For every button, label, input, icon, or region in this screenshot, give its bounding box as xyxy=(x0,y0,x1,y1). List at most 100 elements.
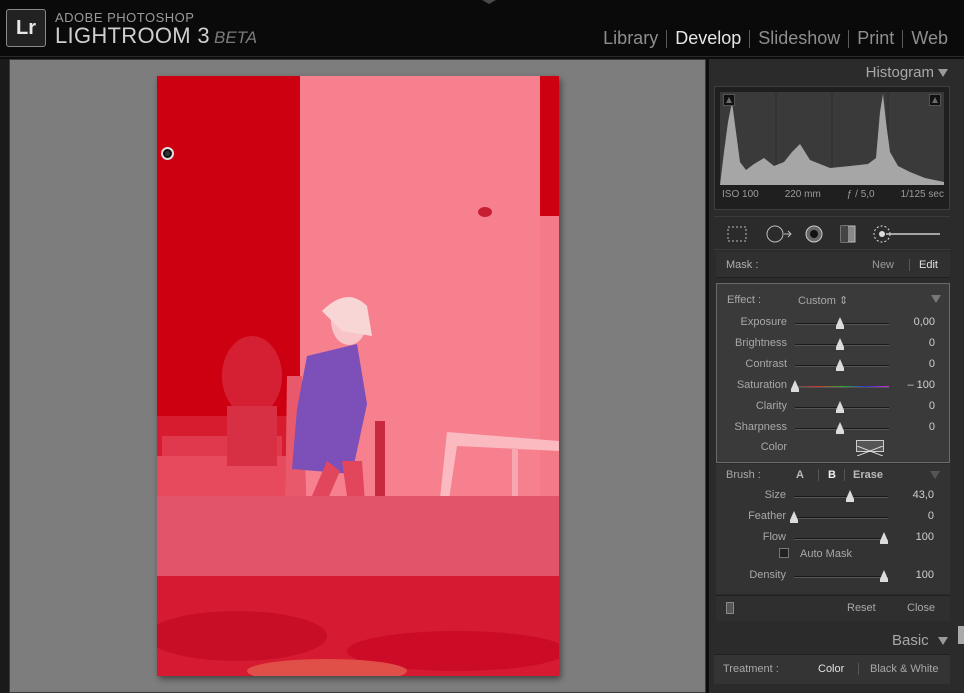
effect-preset-dropdown[interactable]: Custom ⇕ xyxy=(798,294,848,307)
saturation-label: Saturation xyxy=(736,379,787,391)
brush-a-button[interactable]: A xyxy=(796,469,804,481)
clarity-value[interactable]: 0 xyxy=(897,400,935,412)
brush-collapse-icon[interactable] xyxy=(930,471,940,479)
module-develop[interactable]: Develop xyxy=(667,28,749,49)
close-button[interactable]: Close xyxy=(907,602,935,614)
crop-tool-icon[interactable] xyxy=(726,225,748,243)
mask-edit-button[interactable]: Edit xyxy=(919,259,938,271)
spot-removal-tool-icon[interactable] xyxy=(764,225,794,243)
module-print[interactable]: Print xyxy=(849,28,902,49)
red-eye-tool-icon[interactable] xyxy=(803,225,825,243)
brush-label: Brush : xyxy=(726,469,761,481)
density-slider-thumb[interactable] xyxy=(880,570,888,582)
module-library[interactable]: Library xyxy=(595,28,666,49)
brightness-label: Brightness xyxy=(735,337,787,349)
saturation-slider[interactable] xyxy=(795,386,889,388)
shadow-clipping-icon[interactable] xyxy=(723,94,735,106)
contrast-value[interactable]: 0 xyxy=(897,358,935,370)
mask-divider xyxy=(909,259,910,271)
mask-label: Mask : xyxy=(726,259,759,271)
contrast-slider-thumb[interactable] xyxy=(836,359,844,371)
exposure-value[interactable]: 0,00 xyxy=(897,316,935,328)
saturation-slider-thumb[interactable] xyxy=(791,380,799,392)
contrast-label: Contrast xyxy=(745,358,787,370)
effect-section: Effect : Custom ⇕ Exposure 0,00 Brightness… xyxy=(716,283,950,463)
histogram-curve xyxy=(720,92,944,185)
brand-beta-label: BETA xyxy=(214,28,258,47)
density-value[interactable]: 100 xyxy=(896,569,934,581)
highlight-clipping-icon[interactable] xyxy=(929,94,941,106)
sharpness-slider-thumb[interactable] xyxy=(836,422,844,434)
exif-info: ISO 100 220 mm ƒ / 5,0 1/125 sec xyxy=(722,189,944,200)
exposure-label: Exposure xyxy=(740,316,787,328)
saturation-slider-row: Saturation – 100 xyxy=(717,379,951,399)
module-slideshow[interactable]: Slideshow xyxy=(750,28,848,49)
brush-flow-value[interactable]: 100 xyxy=(896,531,934,543)
adjustment-pin-icon[interactable] xyxy=(161,147,174,160)
histogram-title[interactable]: Histogram xyxy=(866,64,934,81)
treatment-row: Treatment : Color Black & White xyxy=(714,654,950,684)
basic-panel-title[interactable]: Basic xyxy=(892,632,929,649)
basic-collapse-icon[interactable] xyxy=(938,637,948,645)
brush-divider xyxy=(818,469,819,481)
treatment-bw-button[interactable]: Black & White xyxy=(870,663,938,675)
module-web[interactable]: Web xyxy=(903,28,956,49)
brush-flow-label: Flow xyxy=(762,531,786,543)
panel-scrollbar[interactable] xyxy=(958,626,964,644)
module-bar: Lr ADOBE PHOTOSHOP LIGHTROOM 3 BETA Libr… xyxy=(0,0,964,57)
exposure-slider-thumb[interactable] xyxy=(836,317,844,329)
histogram-graph[interactable] xyxy=(720,92,944,185)
density-slider[interactable] xyxy=(794,576,888,578)
contrast-slider-row: Contrast 0 xyxy=(717,358,951,378)
reset-button[interactable]: Reset xyxy=(847,602,876,614)
sharpness-label: Sharpness xyxy=(734,421,787,433)
sharpness-slider-row: Sharpness 0 xyxy=(717,421,951,441)
brush-size-slider-thumb[interactable] xyxy=(845,490,854,502)
clarity-slider-thumb[interactable] xyxy=(836,401,844,413)
brush-size-slider-row: Size 43,0 xyxy=(716,489,950,509)
brush-size-slider[interactable] xyxy=(794,496,888,498)
graduated-filter-tool-icon[interactable] xyxy=(837,225,859,243)
brightness-slider-row: Brightness 0 xyxy=(717,337,951,357)
exposure-slider-row: Exposure 0,00 xyxy=(717,316,951,336)
brush-erase-button[interactable]: Erase xyxy=(853,469,883,481)
photo-image xyxy=(157,76,559,676)
treatment-divider xyxy=(858,663,859,675)
effect-collapse-icon[interactable] xyxy=(931,295,941,303)
brightness-value[interactable]: 0 xyxy=(897,337,935,349)
shutter-speed-value: 1/125 sec xyxy=(900,189,944,200)
lightroom-logo: Lr xyxy=(6,9,46,47)
collapse-top-panel-icon[interactable] xyxy=(482,0,496,4)
auto-mask-checkbox[interactable] xyxy=(779,548,789,558)
effect-label: Effect : xyxy=(727,294,762,306)
brush-size-value[interactable]: 43,0 xyxy=(896,489,934,501)
brush-feather-slider-thumb[interactable] xyxy=(790,511,798,523)
brush-feather-slider[interactable] xyxy=(794,517,888,519)
focal-length-value: 220 mm xyxy=(784,189,821,200)
mask-row: Mask : New Edit xyxy=(716,252,950,278)
histogram-collapse-icon[interactable] xyxy=(938,69,948,77)
treatment-color-button[interactable]: Color xyxy=(818,663,844,675)
mask-new-button[interactable]: New xyxy=(872,259,894,271)
brush-feather-label: Feather xyxy=(748,510,786,522)
brightness-slider-thumb[interactable] xyxy=(836,338,844,350)
left-panel-collapsed[interactable] xyxy=(0,59,9,693)
sharpness-value[interactable]: 0 xyxy=(897,421,935,433)
clarity-label: Clarity xyxy=(755,400,787,412)
brush-flow-slider-thumb[interactable] xyxy=(880,532,888,544)
aperture-value: ƒ / 5,0 xyxy=(846,189,875,200)
auto-mask-label: Auto Mask xyxy=(800,548,852,560)
density-slider-row: Density 100 xyxy=(716,569,950,589)
brush-size-label: Size xyxy=(764,489,786,501)
saturation-value[interactable]: – 100 xyxy=(897,379,935,391)
local-adjust-footer: Reset Close xyxy=(716,595,950,621)
adjustment-brush-tool-icon[interactable] xyxy=(872,225,942,243)
color-swatch[interactable] xyxy=(856,440,884,457)
color-label: Color xyxy=(760,441,787,453)
toggle-switch-icon[interactable] xyxy=(726,602,734,614)
brush-flow-slider[interactable] xyxy=(794,538,888,540)
brush-b-button[interactable]: B xyxy=(828,469,836,481)
photo-with-mask-overlay[interactable] xyxy=(157,76,559,676)
module-picker: Library Develop Slideshow Print Web xyxy=(595,28,956,49)
brush-feather-value[interactable]: 0 xyxy=(896,510,934,522)
